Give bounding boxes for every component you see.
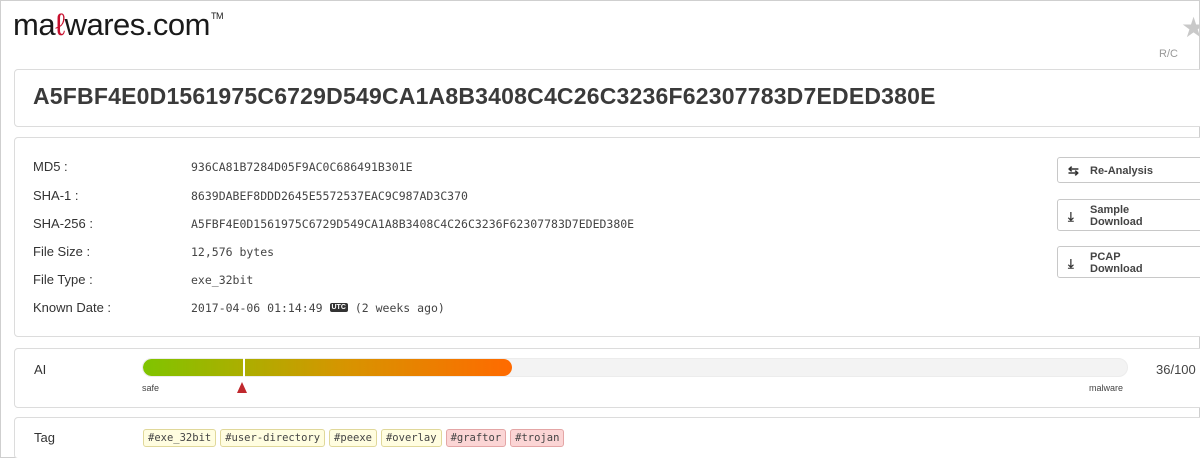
info-value: 2017-04-06 01:14:49 UTC (2 weeks ago) — [191, 301, 445, 315]
info-value: 8639DABEF8DDD2645E5572537EAC9C987AD3C370 — [191, 189, 468, 203]
malware-label: malware — [1089, 383, 1124, 393]
info-value: A5FBF4E0D1561975C6729D549CA1A8B3408C4C26… — [191, 217, 635, 231]
tag-label: Tag — [34, 430, 55, 445]
sample-download-button[interactable]: ⤓ Sample Download — [1057, 199, 1200, 231]
tag-panel: Tag #exe_32bit #user-directory #peexe #o… — [14, 417, 1200, 458]
download-icon: ⤓ — [1068, 209, 1074, 224]
sample-download-line1: Sample — [1090, 204, 1130, 216]
star-icon[interactable]: ★ — [1181, 11, 1200, 44]
logo-suffix: wares.com — [64, 7, 211, 42]
sample-download-line2: Download — [1090, 216, 1143, 228]
logo-prefix: ma — [13, 7, 56, 42]
tag-item[interactable]: #exe_32bit — [143, 429, 217, 447]
safe-label: safe — [142, 383, 160, 393]
ai-score-fill — [143, 359, 512, 376]
info-label: File Size : — [33, 244, 91, 259]
ai-score-bar — [142, 358, 1128, 377]
tag-item[interactable]: #graftor — [445, 429, 507, 447]
info-label: SHA-1 : — [33, 188, 79, 203]
pcap-download-button[interactable]: ⤓ PCAP Download — [1057, 246, 1200, 278]
logo[interactable]: maℓwares.comTM — [13, 7, 223, 43]
download-icon: ⤓ — [1068, 256, 1074, 271]
page-title: A5FBF4E0D1561975C6729D549CA1A8B3408C4C26… — [33, 83, 936, 109]
info-value: exe_32bit — [191, 273, 254, 287]
file-info-panel: MD5 : 936CA81B7284D05F9AC0C686491B301E S… — [14, 137, 1200, 337]
hash-panel: A5FBF4E0D1561975C6729D549CA1A8B3408C4C26… — [14, 69, 1200, 127]
threshold-marker-icon — [237, 382, 247, 393]
pcap-download-line1: PCAP — [1090, 251, 1121, 263]
re-analysis-button[interactable]: ⇆ Re-Analysis — [1057, 157, 1200, 183]
sample-download-label: Sample Download — [1090, 204, 1143, 228]
ai-score-value: 36/100 — [1156, 362, 1196, 377]
info-value: 936CA81B7284D05F9AC0C686491B301E — [191, 160, 413, 174]
logo-fork-glyph: ℓ — [55, 7, 65, 42]
info-label: SHA-256 : — [33, 216, 93, 231]
ai-score-panel: AI safe malware 36/100 — [14, 348, 1200, 408]
info-label: File Type : — [33, 272, 93, 287]
ai-label: AI — [34, 362, 47, 377]
tag-item[interactable]: #user-directory — [220, 429, 326, 447]
rc-label: R/C — [1159, 48, 1178, 60]
logo-trademark: TM — [210, 11, 224, 21]
pcap-download-label: PCAP Download — [1090, 251, 1143, 275]
tag-list: #exe_32bit #user-directory #peexe #overl… — [143, 429, 565, 447]
info-label: MD5 : — [33, 159, 68, 174]
tag-item[interactable]: #trojan — [510, 429, 565, 447]
threshold-line — [243, 358, 245, 377]
info-label: Known Date : — [33, 300, 112, 315]
utc-badge: UTC — [329, 303, 348, 312]
info-value: 12,576 bytes — [191, 245, 275, 259]
known-date-relative: (2 weeks ago) — [354, 301, 445, 315]
tag-item[interactable]: #overlay — [380, 429, 442, 447]
refresh-icon: ⇆ — [1068, 163, 1079, 178]
re-analysis-label: Re-Analysis — [1090, 165, 1153, 177]
tag-item[interactable]: #peexe — [329, 429, 377, 447]
pcap-download-line2: Download — [1090, 263, 1143, 275]
known-date: 2017-04-06 01:14:49 — [191, 301, 323, 315]
